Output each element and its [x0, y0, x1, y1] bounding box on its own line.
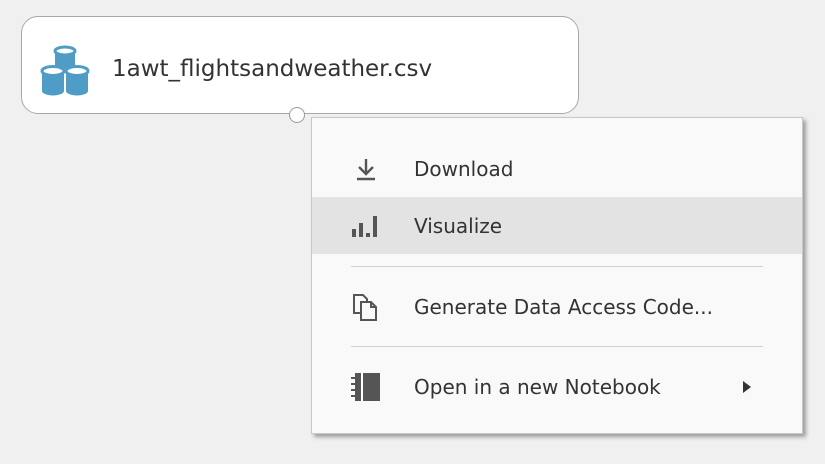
menu-divider: [351, 346, 763, 347]
submenu-arrow-icon: [743, 381, 751, 393]
menu-item-open-in-notebook[interactable]: Open in a new Notebook: [312, 358, 802, 415]
download-icon: [357, 159, 375, 181]
menu-divider: [351, 266, 763, 267]
output-port[interactable]: [289, 107, 305, 123]
menu-item-visualize[interactable]: Visualize: [312, 197, 802, 254]
menu-item-label: Download: [414, 157, 514, 181]
bar-chart-icon: [352, 216, 377, 237]
context-menu: Download Visualize Generate Data Access …: [311, 117, 803, 434]
dataset-name: 1awt_flightsandweather.csv: [112, 56, 433, 82]
menu-item-label: Generate Data Access Code...: [414, 295, 713, 319]
menu-item-download[interactable]: Download: [312, 140, 802, 197]
menu-item-label: Visualize: [414, 214, 503, 238]
menu-item-label: Open in a new Notebook: [414, 375, 661, 399]
dataset-cylinders-icon: [40, 45, 90, 96]
notebook-icon: [351, 373, 380, 401]
copy-documents-icon: [353, 294, 377, 321]
menu-item-generate-data-access-code[interactable]: Generate Data Access Code...: [312, 278, 802, 335]
dataset-module[interactable]: 1awt_flightsandweather.csv: [21, 16, 579, 114]
